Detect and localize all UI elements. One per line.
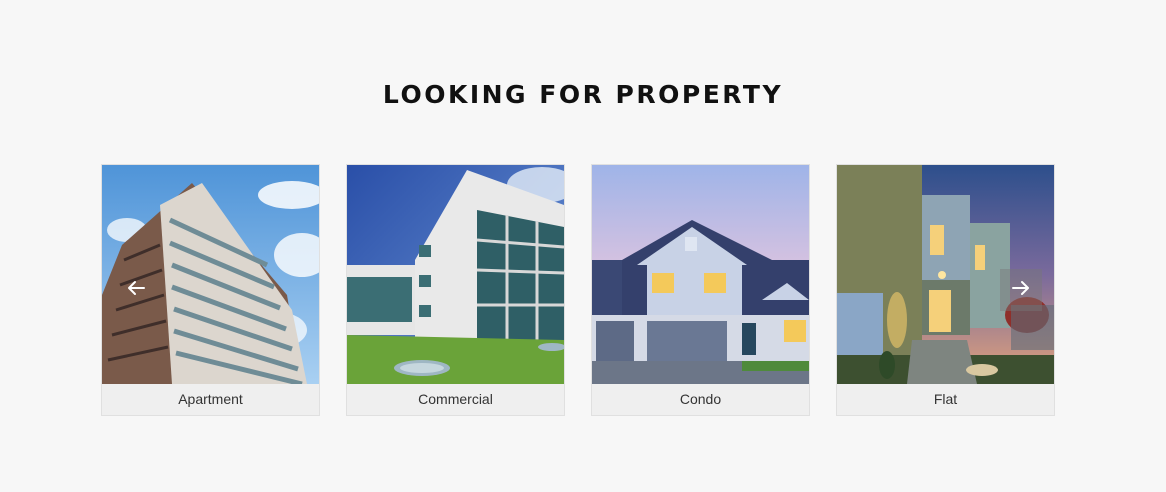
- property-card-label: Flat: [933, 391, 958, 407]
- property-card-label: Apartment: [178, 391, 243, 407]
- arrow-left-icon: [127, 280, 145, 300]
- section-title: LOOKING FOR PROPERTY: [382, 80, 784, 109]
- carousel-prev-button[interactable]: [115, 269, 157, 311]
- property-card-condo[interactable]: Condo: [591, 164, 810, 416]
- carousel-next-button[interactable]: [1000, 269, 1042, 311]
- property-card-commercial[interactable]: Commercial: [346, 164, 565, 416]
- commercial-image: [347, 165, 564, 384]
- property-card-label: Condo: [679, 391, 722, 407]
- property-type-carousel: Apartment Commercial Condo Flat: [101, 164, 1057, 417]
- arrow-right-icon: [1012, 280, 1030, 300]
- condo-image: [592, 165, 809, 384]
- property-card-label: Commercial: [418, 391, 493, 407]
